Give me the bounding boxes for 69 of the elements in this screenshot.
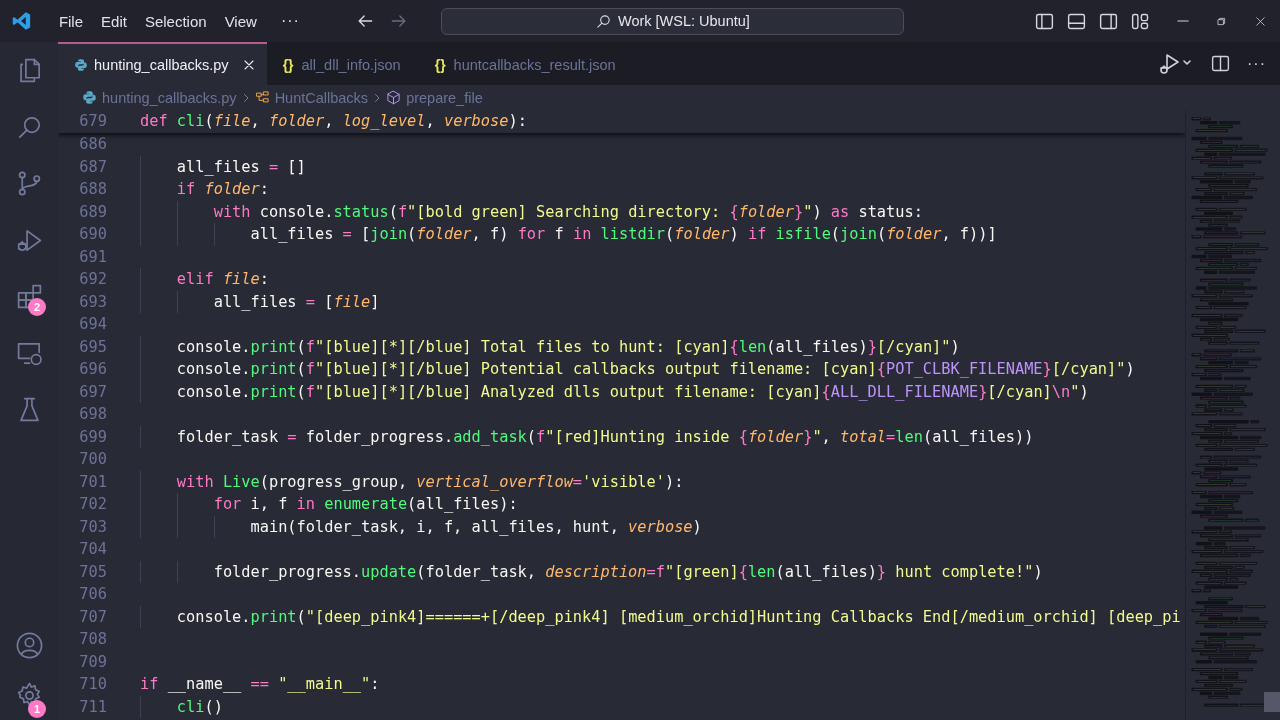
line-number: 691 (78, 246, 107, 268)
menu-item[interactable]: File (49, 8, 93, 34)
code-line: with console.status(f"[bold green] Searching directory: {folder}") as status: (212, 201, 923, 223)
more-button[interactable]: ··· (271, 8, 309, 34)
json-file-icon: {} (434, 56, 446, 73)
line-number: 702 (78, 494, 107, 515)
line-number: 699 (78, 426, 107, 448)
menu-item[interactable]: Selection (135, 8, 216, 34)
line-number: 692 (78, 269, 107, 290)
code-line: all_files = [join(folder, f) for f in listdir(folder) if isfile(join(folder, f))] (249, 224, 997, 245)
search-icon (595, 12, 612, 30)
line-number: 698 (78, 404, 107, 425)
code-line: console.print("[deep_pink4]======+[/deep_pink4] [medium_orchid]Hunting Callbacks End[/medium_orchid] [deep_pi (175, 606, 1181, 628)
line-number: 709 (78, 651, 107, 673)
line-number: 706 (78, 584, 107, 605)
json-file-icon: {} (282, 56, 294, 73)
code-line: console.print(f"[blue][*][/blue] Potential callbacks output filename: [cyan]{POT_CLBK_FILENAME}[/cyan]") (175, 359, 1135, 380)
line-number: 703 (78, 516, 107, 538)
menu-item[interactable]: Edit (92, 8, 136, 34)
code-line: console.print(f"[blue][*][/blue] Total files to hunt: [cyan]{len(all_files)}[/cyan]") (175, 336, 960, 358)
line-number: 705 (78, 561, 107, 583)
line-number: 710 (78, 674, 107, 695)
app-logo-icon (11, 10, 32, 32)
code-line: console.print(f"[blue][*][/blue] Analyzed dlls output filename: [cyan]{ALL_DLL_FILENAME}[/cyan]\n") (175, 381, 1089, 403)
line-number: 686 (78, 134, 107, 155)
more-actions-button[interactable]: ··· (1247, 54, 1266, 73)
minimize-icon (1176, 20, 1189, 22)
line-number: 690 (78, 224, 107, 245)
code-line: cli() (175, 696, 223, 718)
line-number: 689 (78, 201, 107, 223)
code-line: if folder: (175, 179, 269, 200)
run-debug-icon (1158, 51, 1192, 76)
line-number: 687 (78, 156, 107, 178)
line-number: 708 (78, 629, 107, 650)
code-line: for i, f in enumerate(all_files): (212, 494, 518, 515)
code-line: all_files = [file] (212, 291, 380, 313)
python-file-icon (74, 57, 88, 72)
editor-tab[interactable]: hunting_callbacks.py (58, 42, 267, 85)
run-debug-button[interactable] (1158, 51, 1192, 76)
menu-item[interactable]: View (215, 8, 266, 34)
split-editor-icon (1210, 53, 1231, 74)
cube-icon (386, 90, 402, 105)
code-line: elif file: (175, 269, 269, 290)
line-number: 697 (78, 381, 107, 403)
code-line: if __name__ == "__main__": (140, 674, 380, 695)
command-center[interactable]: Work [WSL: Ubuntu] (440, 7, 904, 35)
class-icon (254, 90, 270, 105)
line-number: 679 (78, 111, 107, 132)
code-line: with Live(progress_group, vertical_overflow='visible'): (175, 471, 684, 493)
code-line: main(folder_task, i, f, all_files, hunt, verbose) (249, 516, 702, 538)
code-line: folder_task = folder_progress.add_task(f"[red]Hunting inside {folder}", total=len(all_files)) (175, 426, 1034, 448)
line-number: 707 (78, 606, 107, 628)
line-number: 700 (78, 449, 107, 470)
line-number: 701 (78, 471, 107, 493)
scrollbar-thumb[interactable] (1264, 692, 1280, 712)
python-file-icon (82, 90, 97, 105)
line-number: 688 (78, 179, 107, 200)
notification-badge: 2 (28, 298, 46, 316)
code-line: folder_progress.update(folder_task, description=f"[green]{len(all_files)} hunt complete!") (212, 561, 1043, 583)
code-line: all_files = [] (175, 156, 306, 178)
line-number: 704 (78, 539, 107, 560)
line-number: 696 (78, 359, 107, 380)
code-line: def cli(file, folder, log_level, verbose): (140, 111, 527, 132)
account-icon[interactable] (14, 631, 44, 660)
line-number: 695 (78, 336, 107, 358)
line-number: 693 (78, 291, 107, 313)
line-number: 694 (78, 314, 107, 335)
line-number: 711 (78, 696, 107, 718)
notification-badge: 1 (28, 700, 46, 718)
